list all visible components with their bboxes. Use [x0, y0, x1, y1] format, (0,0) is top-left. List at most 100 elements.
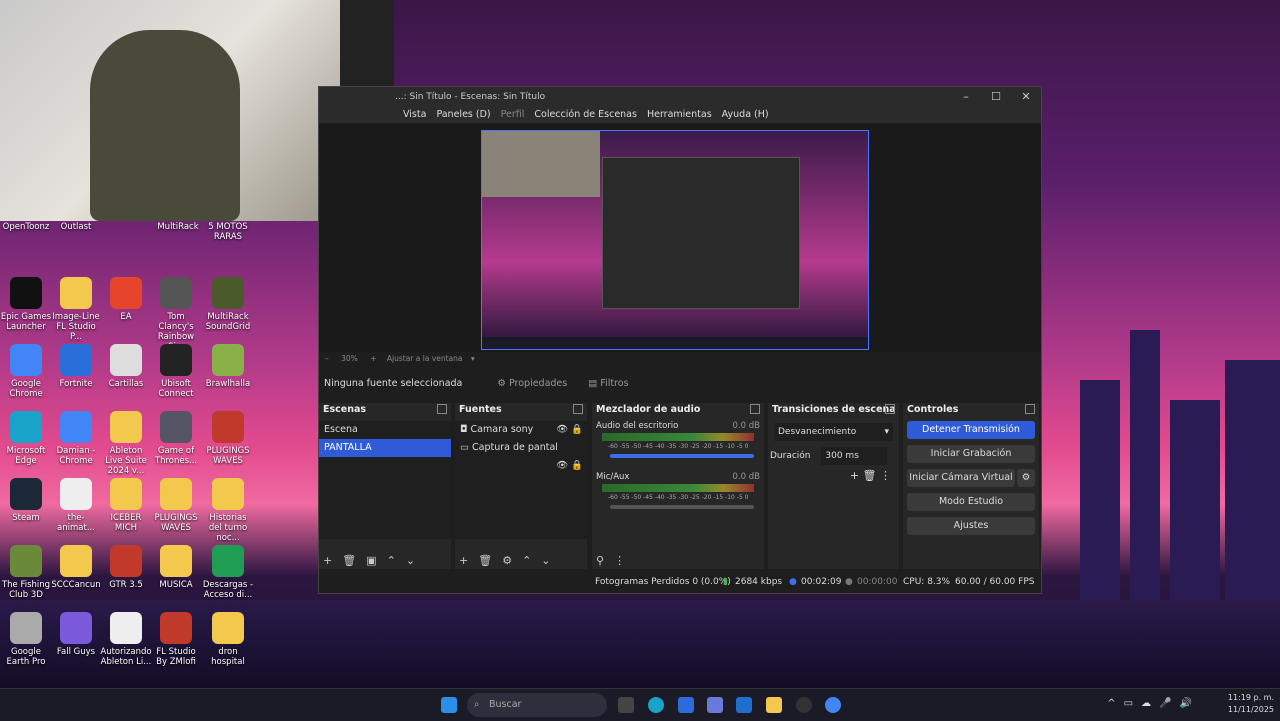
desktop-icon[interactable]: Image-Line FL Studio P...: [50, 277, 102, 342]
menu-ayuda[interactable]: Ayuda (H): [722, 107, 769, 123]
chevron-down-icon[interactable]: ⌄: [541, 554, 550, 567]
desktop-icon[interactable]: GTR 3.5: [100, 545, 152, 590]
menu-herramientas[interactable]: Herramientas: [647, 107, 712, 123]
scene-item-selected[interactable]: PANTALLA: [319, 439, 451, 457]
source-item[interactable]: ◘ Camara sony 👁 🔒: [455, 421, 587, 439]
gear-icon[interactable]: ⚙: [502, 554, 512, 567]
desktop-icon[interactable]: Descargas - Acceso di...: [202, 545, 254, 600]
scene-item[interactable]: Escena: [319, 421, 451, 439]
chevron-up-icon[interactable]: ⌃: [387, 554, 396, 567]
task-view-icon[interactable]: [618, 697, 634, 713]
more-icon[interactable]: ⋮: [880, 469, 891, 482]
desktop-icon[interactable]: FL Studio By ZMlofi: [150, 612, 202, 667]
minimize-icon[interactable]: –: [951, 87, 981, 107]
obs-icon[interactable]: [796, 697, 812, 713]
popout-icon[interactable]: [885, 404, 895, 414]
desktop-icon[interactable]: Tom Clancy's Rainbow Si...: [150, 277, 202, 352]
desktop-icon[interactable]: Google Earth Pro: [0, 612, 52, 667]
eye-lock-icon[interactable]: 👁 🔒: [556, 457, 583, 475]
clock[interactable]: 11:19 p. m. 11/11/2025: [1228, 692, 1274, 716]
store-icon[interactable]: [678, 697, 694, 713]
desktop-icon[interactable]: Game of Thrones...: [150, 411, 202, 466]
settings-icon[interactable]: ▣: [366, 554, 376, 567]
studio-mode-button[interactable]: Modo Estudio: [907, 493, 1035, 511]
desktop-icon[interactable]: Microsoft Edge: [0, 411, 52, 466]
menu-vista[interactable]: Vista: [403, 107, 426, 123]
add-icon[interactable]: +: [323, 554, 332, 567]
desktop-icon[interactable]: MultiRack: [152, 222, 204, 232]
filters-button[interactable]: Filtros: [600, 378, 628, 389]
volume-slider[interactable]: [610, 505, 754, 509]
desktop-icon[interactable]: 5 MOTOS RARAS: [202, 222, 254, 242]
desktop-icon[interactable]: SCCCancun: [50, 545, 102, 590]
folder-icon[interactable]: [766, 697, 782, 713]
filter-icon: ▤: [588, 378, 598, 389]
chevron-up-icon[interactable]: ⌃: [522, 554, 531, 567]
settings-button[interactable]: Ajustes: [907, 517, 1035, 535]
desktop-icon[interactable]: Outlast: [50, 222, 102, 232]
search-box[interactable]: ⌕ Buscar: [467, 693, 607, 717]
eye-lock-icon[interactable]: 👁 🔒: [556, 421, 583, 439]
desktop-icon[interactable]: PLUGINGS WAVES: [150, 478, 202, 533]
desktop-icon[interactable]: OpenToonz: [0, 222, 52, 232]
desktop-icon[interactable]: ICEBER MICH: [100, 478, 152, 533]
menu-perfil[interactable]: Perfil: [501, 107, 525, 123]
desktop-icon[interactable]: dron hospital: [202, 612, 254, 667]
source-item[interactable]: ▭ Captura de pantal 👁 🔒: [455, 439, 587, 471]
preview-canvas[interactable]: [481, 130, 869, 350]
chrome-icon[interactable]: [825, 697, 841, 713]
desktop-icon[interactable]: Fortnite: [50, 344, 102, 389]
preview-area[interactable]: [319, 124, 1041, 352]
desktop-icon[interactable]: Ubisoft Connect: [150, 344, 202, 399]
gear-icon[interactable]: ⚙: [1017, 469, 1035, 487]
desktop-icon[interactable]: Ableton Live Suite 2024 v...: [100, 411, 152, 476]
desktop-icon[interactable]: Damian - Chrome: [50, 411, 102, 466]
zoom-fit-select[interactable]: Ajustar a la ventana: [387, 354, 463, 363]
desktop-icon[interactable]: Historias del turno noc...: [202, 478, 254, 543]
close-icon[interactable]: ✕: [1011, 87, 1041, 107]
zoom-in-button[interactable]: +: [370, 354, 376, 363]
desktop-icon[interactable]: Autorizando Ableton Li...: [100, 612, 152, 667]
virtual-camera-button[interactable]: Iniciar Cámara Virtual: [907, 469, 1015, 487]
popout-icon[interactable]: [437, 404, 447, 414]
popout-icon[interactable]: [573, 404, 583, 414]
menu-coleccion[interactable]: Colección de Escenas: [534, 107, 637, 123]
add-icon[interactable]: +: [850, 469, 859, 482]
desktop-icon[interactable]: Cartillas: [100, 344, 152, 389]
desktop-icon[interactable]: MUSICA: [150, 545, 202, 590]
stop-stream-button[interactable]: Detener Transmisión: [907, 421, 1035, 439]
trash-icon[interactable]: 🗑: [478, 554, 492, 567]
outlook-icon[interactable]: [736, 697, 752, 713]
app-icon[interactable]: [707, 697, 723, 713]
zoom-out-button[interactable]: –: [325, 354, 329, 363]
desktop-icon[interactable]: Google Chrome: [0, 344, 52, 399]
maximize-icon[interactable]: ☐: [981, 87, 1011, 107]
add-icon[interactable]: +: [459, 554, 468, 567]
link-icon[interactable]: ⚲: [596, 554, 604, 567]
desktop-icon[interactable]: The Fishing Club 3D: [0, 545, 52, 600]
desktop-icon[interactable]: Brawlhalla: [202, 344, 254, 389]
chevron-down-icon[interactable]: ▾: [471, 354, 475, 363]
desktop-icon[interactable]: Steam: [0, 478, 52, 523]
desktop-icon[interactable]: MultiRack SoundGrid: [202, 277, 254, 332]
windows-start-icon[interactable]: [441, 697, 457, 713]
start-recording-button[interactable]: Iniciar Grabación: [907, 445, 1035, 463]
popout-icon[interactable]: [750, 404, 760, 414]
properties-button[interactable]: Propiedades: [509, 378, 567, 389]
popout-icon[interactable]: [1025, 404, 1035, 414]
more-icon[interactable]: ⋮: [614, 554, 625, 567]
desktop-icon[interactable]: the-animat...: [50, 478, 102, 533]
desktop-icon[interactable]: PLUGINGS WAVES: [202, 411, 254, 466]
duration-input[interactable]: 300 ms: [821, 447, 888, 465]
trash-icon[interactable]: 🗑: [863, 469, 877, 482]
menu-paneles[interactable]: Paneles (D): [436, 107, 490, 123]
trash-icon[interactable]: 🗑: [342, 554, 356, 567]
transition-select[interactable]: Desvanecimiento ▾: [774, 423, 893, 441]
edge-icon[interactable]: [648, 697, 664, 713]
desktop-icon[interactable]: Fall Guys: [50, 612, 102, 657]
chevron-down-icon[interactable]: ⌄: [406, 554, 415, 567]
tray-icons[interactable]: ^▭☁🎤🔊: [1107, 698, 1200, 709]
sources-title: Fuentes: [459, 404, 502, 415]
desktop-icon[interactable]: EA: [100, 277, 152, 322]
desktop-icon[interactable]: Epic Games Launcher: [0, 277, 52, 332]
